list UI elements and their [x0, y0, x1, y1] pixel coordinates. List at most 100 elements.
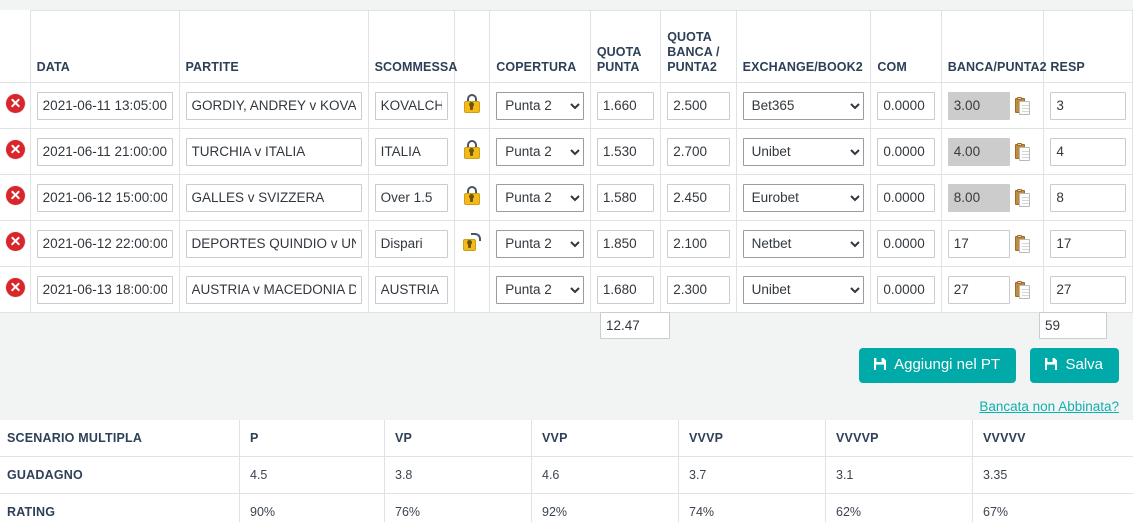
quota-punta-input	[596, 91, 655, 120]
scenario-table: SCENARIO MULTIPLA P VP VVP VVVP VVVVP VV…	[0, 420, 1133, 522]
delete-row-cell	[0, 82, 31, 129]
column-header-lock	[454, 10, 491, 83]
delete-row-button[interactable]	[6, 93, 25, 113]
exchange-book2-select[interactable]: Eurobet	[742, 183, 865, 212]
date-input	[36, 275, 173, 304]
column-header-copertura: COPERTURA	[489, 10, 591, 83]
resp-input	[1050, 275, 1126, 304]
resp-cell	[1043, 128, 1133, 175]
add-to-pt-button[interactable]: Aggiungi nel PT	[859, 348, 1017, 383]
column-header-banca-punta2: BANCA/PUNTA2	[940, 10, 1047, 83]
lock-closed-icon[interactable]	[463, 139, 481, 159]
table-row: Punta 2 Netbet	[0, 220, 1133, 267]
bet-selection-input	[374, 137, 449, 166]
commission-input	[877, 91, 935, 120]
banca-punta2-input	[947, 137, 1010, 166]
quota-punta-input	[596, 229, 655, 258]
commission-cell	[870, 82, 942, 129]
bets-table-container: DATA PARTITE SCOMMESSA COPERTURA QUOTA P…	[0, 10, 1133, 313]
copy-clipboard-icon[interactable]	[1014, 234, 1030, 253]
delete-row-cell	[0, 220, 31, 267]
bet-selection-input	[374, 183, 449, 212]
quota-banca-punta2-cell	[660, 174, 737, 221]
copertura-cell: Punta 2	[489, 266, 591, 313]
copy-clipboard-icon[interactable]	[1014, 188, 1030, 207]
scenario-header-row: SCENARIO MULTIPLA P VP VVP VVVP VVVVP VV…	[0, 420, 1133, 457]
commission-input	[877, 275, 935, 304]
scenario-cell: 76%	[384, 493, 532, 522]
table-row: Punta 2 Bet365	[0, 82, 1133, 129]
match-input	[185, 275, 362, 304]
quota-banca-punta2-input	[667, 229, 730, 258]
match-cell	[178, 174, 369, 221]
lock-cell	[454, 128, 491, 175]
copy-clipboard-icon[interactable]	[1014, 280, 1030, 299]
match-input	[185, 91, 362, 120]
copy-clipboard-icon[interactable]	[1014, 142, 1030, 161]
copertura-select[interactable]: Punta 2	[496, 183, 584, 212]
quota-punta-input	[596, 183, 655, 212]
delete-row-button[interactable]	[6, 185, 25, 205]
column-header-com: COM	[870, 10, 942, 83]
save-button[interactable]: Salva	[1030, 348, 1119, 383]
banca-punta2-input	[947, 229, 1010, 258]
copy-clipboard-icon[interactable]	[1014, 96, 1030, 115]
lock-closed-icon[interactable]	[463, 185, 481, 205]
exchange-book2-select[interactable]: Unibet	[742, 275, 865, 304]
add-to-pt-label: Aggiungi nel PT	[894, 356, 1001, 373]
exchange-book2-select[interactable]: Unibet	[742, 137, 865, 166]
bet-selection-cell	[367, 266, 456, 313]
total-resp-input[interactable]	[1039, 312, 1107, 339]
date-input	[36, 91, 173, 120]
exchange-book2-select[interactable]: Netbet	[742, 229, 865, 258]
exchange-book2-cell: Unibet	[735, 128, 872, 175]
quota-banca-punta2-cell	[660, 128, 737, 175]
delete-row-button[interactable]	[6, 139, 25, 159]
match-cell	[178, 128, 369, 175]
commission-cell	[870, 128, 942, 175]
scenario-row-label: GUADAGNO	[0, 456, 240, 494]
copertura-select[interactable]: Punta 2	[496, 229, 584, 258]
lock-open-icon[interactable]	[463, 231, 482, 251]
match-cell	[178, 266, 369, 313]
copertura-select[interactable]: Punta 2	[496, 91, 584, 120]
bets-table-body: Punta 2 Bet365 Punta 2 Unibet Punta 2 Eurobet…	[0, 82, 1133, 313]
scenario-cell: 67%	[972, 493, 1133, 522]
copertura-cell: Punta 2	[489, 174, 591, 221]
scenario-header-vvvp: VVVP	[678, 420, 826, 457]
bancata-non-abbinata-link[interactable]: Bancata non Abbinata?	[979, 399, 1119, 414]
commission-input	[877, 229, 935, 258]
delete-row-button[interactable]	[6, 277, 25, 297]
resp-input	[1050, 229, 1126, 258]
match-cell	[178, 220, 369, 267]
total-quota-punta-input[interactable]	[600, 312, 670, 339]
quota-banca-punta2-input	[667, 137, 730, 166]
scenario-cell: 62%	[825, 493, 973, 522]
scenario-header-vvvvv: VVVVV	[972, 420, 1133, 457]
total-quota-punta-container	[600, 312, 670, 339]
copertura-select[interactable]: Punta 2	[496, 275, 584, 304]
resp-cell	[1043, 266, 1133, 313]
save-icon	[1045, 358, 1058, 370]
commission-input	[877, 183, 935, 212]
quota-punta-cell	[589, 128, 662, 175]
bet-editor-page: DATA PARTITE SCOMMESSA COPERTURA QUOTA P…	[0, 0, 1133, 522]
scenario-row-label: RATING	[0, 493, 240, 522]
exchange-book2-select[interactable]: Bet365	[742, 91, 865, 120]
scenario-cell: 92%	[531, 493, 679, 522]
quota-punta-cell	[589, 266, 662, 313]
lock-closed-icon[interactable]	[463, 93, 481, 113]
copertura-select[interactable]: Punta 2	[496, 137, 584, 166]
scenario-header-p: P	[239, 420, 385, 457]
column-header-scommessa: SCOMMESSA	[367, 10, 457, 83]
quota-banca-punta2-input	[667, 275, 730, 304]
banca-punta2-cell	[940, 220, 1045, 267]
scenario-header-title: SCENARIO MULTIPLA	[0, 420, 240, 457]
column-header-quota-banca-punta2: QUOTA BANCA / PUNTA2	[660, 10, 737, 83]
delete-row-button[interactable]	[6, 231, 25, 251]
date-cell	[29, 220, 180, 267]
delete-row-cell	[0, 266, 31, 313]
table-row: Punta 2 Unibet	[0, 128, 1133, 175]
resp-cell	[1043, 174, 1133, 221]
quota-punta-cell	[589, 82, 662, 129]
